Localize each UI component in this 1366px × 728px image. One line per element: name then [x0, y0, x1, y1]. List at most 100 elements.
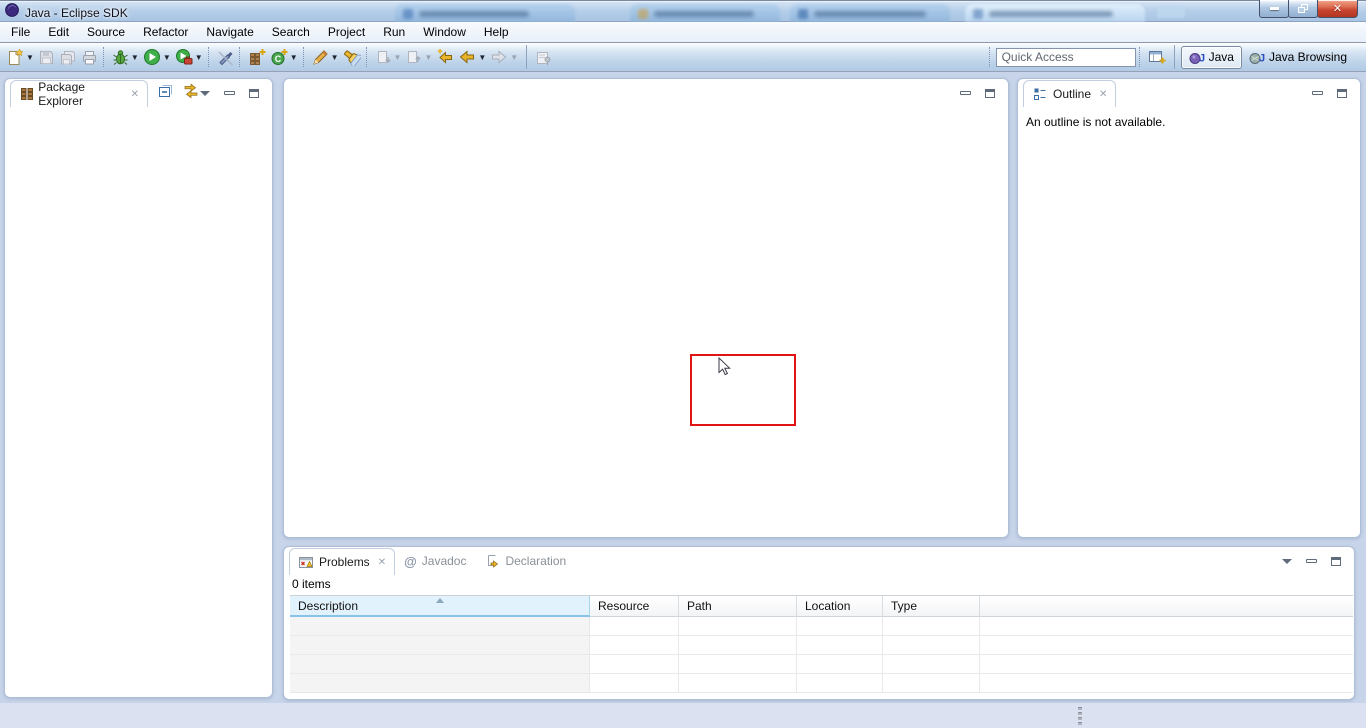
new-wizard-button[interactable] — [4, 45, 26, 69]
run-external-tools-dropdown[interactable]: ▼ — [195, 53, 205, 62]
menu-item-help[interactable]: Help — [475, 22, 518, 42]
eclipse-window: Java - Eclipse SDK ✕ File Edit Source Re… — [0, 0, 1366, 728]
open-perspective-icon — [1148, 48, 1166, 66]
package-explorer-header: Package Explorer — [5, 79, 272, 107]
link-with-editor-button[interactable] — [182, 83, 200, 104]
svg-text:J: J — [1199, 53, 1205, 65]
print-button[interactable] — [79, 45, 100, 69]
link-with-editor-icon — [182, 83, 200, 99]
column-header-path[interactable]: Path — [679, 596, 797, 617]
save-icon — [38, 49, 55, 66]
java-perspective-icon: J — [1189, 49, 1205, 65]
minimize-view-icon[interactable] — [960, 91, 971, 95]
view-menu-icon[interactable] — [200, 91, 210, 96]
next-annotation-button[interactable] — [373, 45, 394, 69]
main-toolbar: ▼ ▼ ▼ ▼ C ▼ ▼ — [0, 43, 1366, 72]
minimize-view-icon[interactable] — [1312, 91, 1323, 95]
menu-item-search[interactable]: Search — [263, 22, 319, 42]
forward-button[interactable] — [488, 45, 510, 69]
open-task-dropdown[interactable]: ▼ — [331, 53, 341, 62]
menu-item-edit[interactable]: Edit — [39, 22, 78, 42]
pin-editor-icon — [535, 49, 552, 66]
search-button[interactable] — [341, 45, 363, 69]
save-all-button[interactable] — [57, 45, 79, 69]
minimize-window-button[interactable] — [1259, 0, 1289, 18]
run-button[interactable] — [141, 45, 163, 69]
maximize-view-icon[interactable] — [985, 89, 995, 98]
column-header-description[interactable]: Description — [290, 596, 590, 617]
editor-canvas[interactable] — [284, 107, 1008, 537]
javadoc-tab[interactable]: Javadoc — [395, 548, 475, 575]
save-button[interactable] — [36, 45, 57, 69]
close-tab-icon[interactable] — [1099, 89, 1107, 100]
menu-item-run[interactable]: Run — [374, 22, 414, 42]
restore-window-button[interactable] — [1288, 0, 1318, 18]
new-java-project-button[interactable] — [246, 45, 268, 69]
quick-access-input[interactable] — [996, 48, 1136, 67]
restore-icon — [1298, 4, 1309, 14]
open-perspective-button[interactable] — [1146, 45, 1168, 69]
menu-item-file[interactable]: File — [2, 22, 39, 42]
crossed-pen-button[interactable] — [215, 45, 236, 69]
forward-dropdown[interactable]: ▼ — [510, 53, 520, 62]
column-header-location[interactable]: Location — [797, 596, 883, 617]
pin-editor-button[interactable] — [533, 45, 554, 69]
problems-tab[interactable]: Problems — [289, 548, 395, 575]
toolbar-separator — [239, 47, 242, 67]
view-menu-icon[interactable] — [1282, 559, 1292, 564]
debug-icon — [112, 49, 129, 66]
javadoc-at-icon — [404, 554, 417, 569]
close-tab-icon[interactable] — [378, 557, 386, 568]
table-row — [290, 617, 1353, 636]
declaration-tab[interactable]: Declaration — [475, 548, 575, 575]
background-new-tab-nub — [1157, 6, 1185, 18]
close-tab-icon[interactable] — [131, 89, 139, 100]
collapse-all-button[interactable] — [157, 83, 173, 104]
outline-tab[interactable]: Outline — [1023, 80, 1116, 107]
column-header-resource[interactable]: Resource — [590, 596, 679, 617]
new-class-icon: C — [270, 48, 288, 66]
outline-tab-label: Outline — [1053, 87, 1091, 101]
title-bar[interactable]: Java - Eclipse SDK ✕ — [0, 0, 1366, 22]
new-class-dropdown[interactable]: ▼ — [290, 53, 300, 62]
close-window-button[interactable]: ✕ — [1317, 0, 1358, 18]
menu-item-refactor[interactable]: Refactor — [134, 22, 197, 42]
debug-button[interactable] — [110, 45, 131, 69]
java-browsing-perspective-button[interactable]: J Java Browsing — [1242, 46, 1354, 69]
package-explorer-tab[interactable]: Package Explorer — [10, 80, 148, 107]
package-explorer-view: Package Explorer — [4, 78, 273, 698]
java-perspective-button[interactable]: J Java — [1181, 46, 1242, 69]
previous-annotation-button[interactable] — [403, 45, 424, 69]
background-browser-tab — [965, 4, 1145, 22]
problems-header: Problems Javadoc Declaration — [284, 547, 1354, 575]
last-edit-location-button[interactable] — [434, 45, 456, 69]
debug-dropdown[interactable]: ▼ — [131, 53, 141, 62]
back-button[interactable] — [456, 45, 478, 69]
back-dropdown[interactable]: ▼ — [478, 53, 488, 62]
next-annotation-icon — [375, 49, 392, 66]
previous-annotation-dropdown[interactable]: ▼ — [424, 53, 434, 62]
menu-item-navigate[interactable]: Navigate — [197, 22, 262, 42]
search-icon — [343, 48, 361, 66]
maximize-view-icon[interactable] — [249, 89, 259, 98]
open-task-button[interactable] — [310, 45, 331, 69]
window-title: Java - Eclipse SDK — [25, 6, 128, 20]
menu-item-window[interactable]: Window — [414, 22, 475, 42]
trim-drag-handle[interactable] — [1078, 707, 1082, 725]
new-wizard-dropdown[interactable]: ▼ — [26, 53, 36, 62]
maximize-view-icon[interactable] — [1331, 557, 1341, 566]
table-row — [290, 655, 1353, 674]
editor-area[interactable] — [283, 78, 1009, 538]
maximize-view-icon[interactable] — [1337, 89, 1347, 98]
package-explorer-tab-label: Package Explorer — [38, 80, 122, 108]
column-header-type[interactable]: Type — [883, 596, 980, 617]
run-dropdown[interactable]: ▼ — [163, 53, 173, 62]
run-external-tools-button[interactable] — [173, 45, 195, 69]
menu-item-source[interactable]: Source — [78, 22, 134, 42]
minimize-view-icon[interactable] — [224, 91, 235, 95]
toolbar-separator — [303, 47, 306, 67]
menu-item-project[interactable]: Project — [319, 22, 374, 42]
next-annotation-dropdown[interactable]: ▼ — [394, 53, 404, 62]
minimize-view-icon[interactable] — [1306, 559, 1317, 563]
new-class-button[interactable]: C — [268, 45, 290, 69]
